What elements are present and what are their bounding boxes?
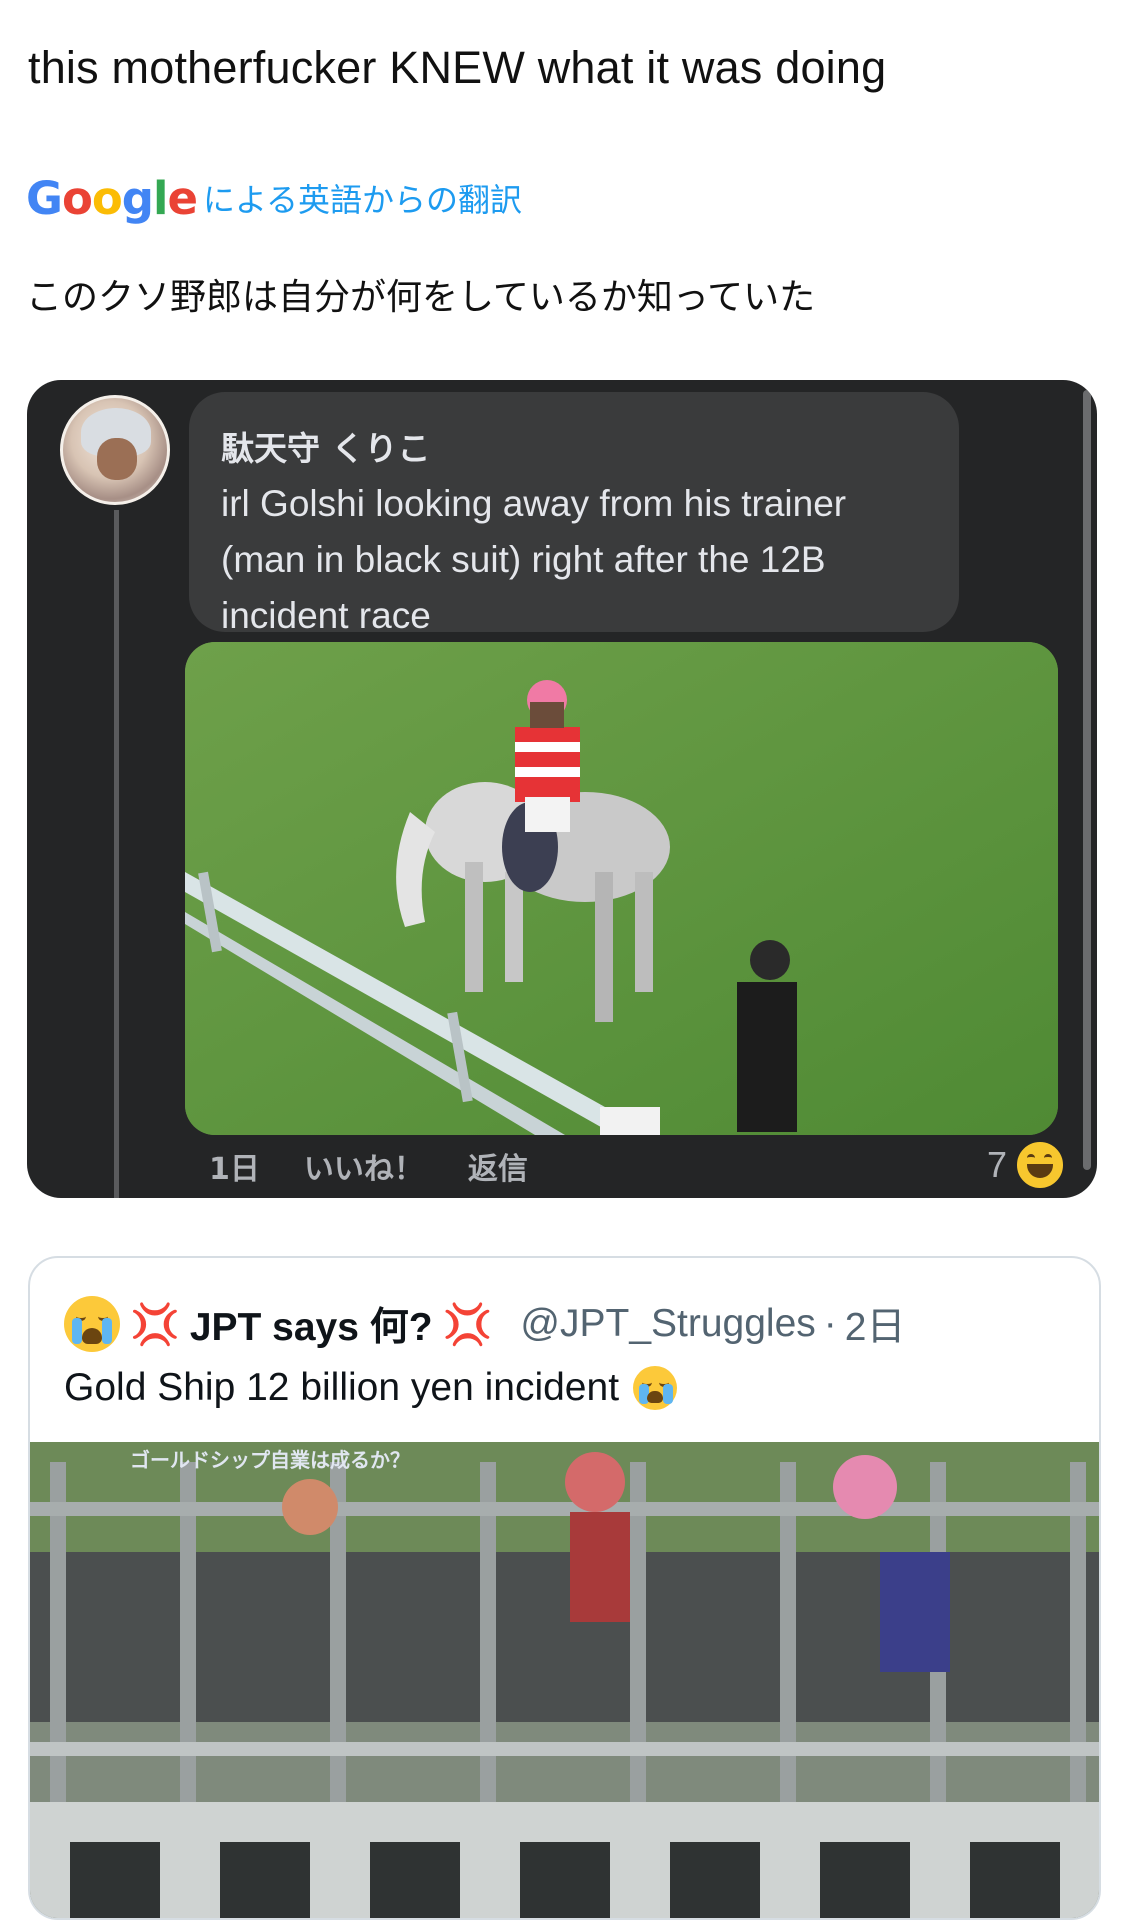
translation-label[interactable]: による英語からの翻訳 (203, 175, 522, 221)
emoji-tear (102, 1318, 112, 1344)
haha-eye (1027, 1154, 1036, 1162)
translated-text: このクソ野郎は自分が何をしているか知っていた (26, 277, 816, 318)
comment-author: 駄天守 くりこ (221, 429, 431, 468)
google-logo-letter: l (153, 171, 168, 225)
google-logo-letter: G (26, 171, 63, 225)
translation-attribution[interactable]: Google による英語からの翻訳 (26, 168, 522, 228)
quote-age[interactable]: 2日 (845, 1296, 906, 1352)
starting-gate-illustration (30, 1442, 1099, 1918)
quote-text-row: Gold Ship 12 billion yen incident (64, 1366, 678, 1410)
quote-author-name[interactable]: JPT says 何? (190, 1296, 433, 1352)
reaction-summary[interactable]: 7 (987, 1140, 1066, 1190)
google-logo-letter: o (61, 171, 93, 225)
quote-author-handle[interactable]: @JPT_Struggles (520, 1302, 815, 1346)
emoji-tear (72, 1318, 82, 1344)
tweet-text: this motherfucker KNEW what it was doing (28, 42, 887, 93)
loudly-crying-face-icon (633, 1366, 678, 1410)
like-button[interactable]: いいね！ (304, 1144, 424, 1188)
emoji-mouth (82, 1328, 102, 1344)
anger-symbol-icon: 💢 (130, 1301, 180, 1348)
loudly-crying-face-icon (64, 1296, 120, 1352)
reaction-count: 7 (987, 1144, 1008, 1185)
quote-video-thumbnail[interactable]: ゴールドシップ自業は成るか？ (30, 1442, 1099, 1918)
quote-text: Gold Ship 12 billion yen incident (64, 1366, 620, 1409)
comment-text: irl Golshi looking away from his trainer… (221, 476, 927, 644)
avatar (60, 395, 170, 505)
embedded-screenshot[interactable]: 駄天守 くりこ irl Golshi looking away from his… (27, 380, 1097, 1198)
haha-eye (1044, 1154, 1053, 1162)
emoji-mouth (647, 1391, 664, 1403)
comment-line: incident race (221, 595, 431, 636)
separator: · (823, 1302, 837, 1345)
google-logo: Google (26, 171, 198, 225)
comment-time: 1日 (209, 1152, 260, 1187)
thread-line (114, 510, 119, 1198)
google-logo-letter: e (167, 171, 198, 225)
google-logo-letter: g (121, 171, 154, 225)
reply-button[interactable]: 返信 (468, 1144, 528, 1188)
comment-bubble: 駄天守 くりこ irl Golshi looking away from his… (189, 392, 959, 636)
video-caption: ゴールドシップ自業は成るか？ (130, 1448, 410, 1472)
horse-photo-illustration (185, 642, 1058, 1135)
emoji-tear (663, 1384, 674, 1404)
comment-line: (man in black suit) right after the 12B (221, 539, 826, 580)
google-logo-letter: o (91, 171, 123, 225)
quote-tweet-header: 💢 JPT says 何? 💢 @JPT_Struggles · 2日 (64, 1294, 906, 1354)
quote-tweet[interactable]: 💢 JPT says 何? 💢 @JPT_Struggles · 2日 Gold… (28, 1256, 1101, 1920)
anger-symbol-icon: 💢 (442, 1301, 493, 1348)
haha-emoji-icon (1015, 1140, 1066, 1190)
scrollbar (1083, 390, 1091, 1170)
comment-line: irl Golshi looking away from his trainer (221, 483, 847, 524)
comment-actions: 1日 いいね！ 返信 (209, 1144, 572, 1188)
horse-photo (185, 642, 1058, 1135)
avatar-face (97, 438, 137, 480)
haha-mouth (1027, 1164, 1054, 1178)
